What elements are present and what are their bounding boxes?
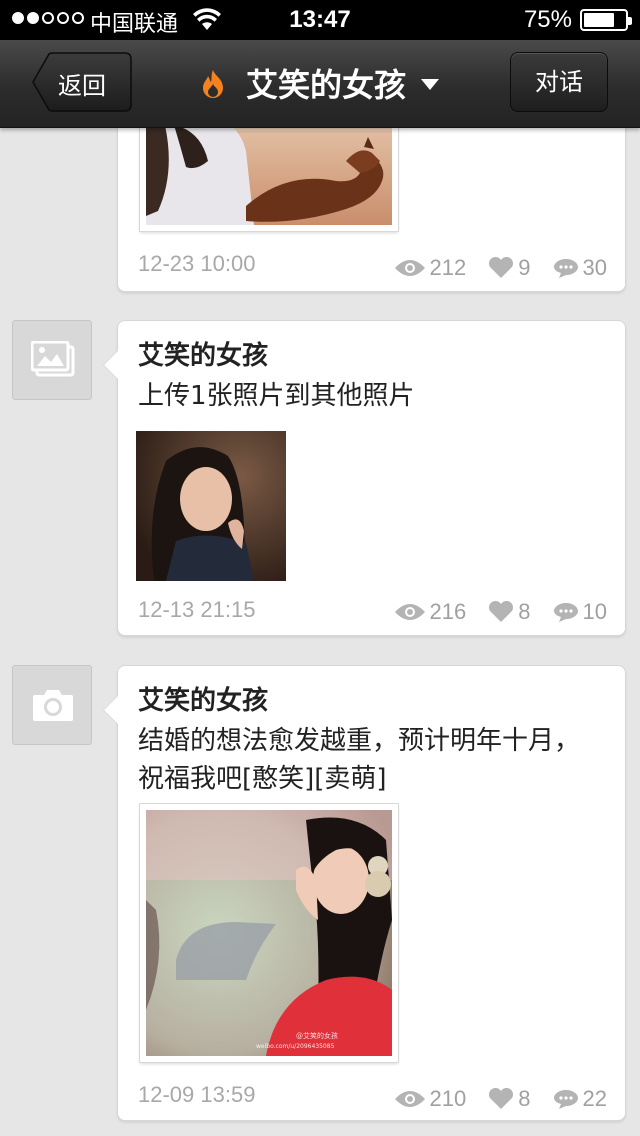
eye-icon	[394, 260, 425, 276]
status-bar: 中国联通 13:47 75%	[0, 0, 640, 40]
views-count: 212	[429, 255, 467, 280]
likes-count: 9	[518, 255, 531, 280]
photo-portrait	[136, 431, 286, 581]
views-stat: 210	[394, 1086, 467, 1112]
post-stats: 212 9 30	[372, 255, 607, 281]
post-author[interactable]: 艾笑的女孩	[138, 680, 268, 717]
photo-album-icon	[12, 320, 92, 400]
post-stats: 210 8 22	[372, 1086, 607, 1112]
likes-count: 8	[518, 1086, 531, 1111]
post-timestamp: 12-13 21:15	[138, 597, 256, 622]
post-photo[interactable]	[136, 431, 286, 581]
post-timestamp: 12-09 13:59	[138, 1082, 256, 1107]
battery-icon	[580, 9, 632, 31]
flame-icon	[202, 70, 223, 98]
likes-stat[interactable]: 8	[488, 1086, 531, 1112]
comments-count: 22	[582, 1086, 607, 1111]
comments-stat[interactable]: 30	[553, 255, 607, 281]
views-stat: 212	[394, 255, 467, 281]
post-text: 上传1张照片到其他照片	[138, 381, 415, 411]
post-text: 结婚的想法愈发越重，预计明年十月，祝福我吧[憨笑][卖萌]	[138, 726, 581, 794]
comments-stat[interactable]: 10	[553, 599, 607, 625]
views-count: 210	[429, 1086, 467, 1111]
chevron-down-icon	[421, 78, 440, 90]
camera-icon	[12, 665, 92, 745]
heart-icon	[489, 1088, 514, 1109]
comment-bubble-icon	[553, 1090, 578, 1109]
eye-icon	[394, 604, 425, 620]
comments-stat[interactable]: 22	[553, 1086, 607, 1112]
svg-text:weibo.com/u/2096435085: weibo.com/u/2096435085	[256, 1043, 335, 1050]
heart-icon	[489, 601, 514, 622]
likes-count: 8	[518, 599, 531, 624]
post-stats: 216 8 10	[372, 599, 607, 625]
post-author[interactable]: 艾笑的女孩	[138, 335, 268, 372]
navigation-bar: 返回 艾笑的女孩 对话	[0, 40, 640, 128]
comment-bubble-icon	[553, 603, 578, 622]
views-count: 216	[429, 599, 467, 624]
comments-count: 10	[582, 599, 607, 624]
feed-item[interactable]: 艾笑的女孩 结婚的想法愈发越重，预计明年十月，祝福我吧[憨笑][卖萌] @艾笑的…	[117, 665, 626, 1121]
photo-girl-in-car: @艾笑的女孩 weibo.com/u/2096435085	[146, 810, 392, 1056]
svg-text:@艾笑的女孩: @艾笑的女孩	[296, 1031, 338, 1040]
page-title: 艾笑的女孩	[245, 66, 406, 104]
heart-icon	[489, 257, 514, 278]
post-photo[interactable]: @艾笑的女孩 weibo.com/u/2096435085	[140, 804, 398, 1062]
post-timestamp: 12-23 10:00	[138, 251, 256, 276]
comment-bubble-icon	[553, 259, 578, 278]
battery-percentage: 75%	[523, 6, 572, 33]
comments-count: 30	[582, 255, 607, 280]
eye-icon	[394, 1091, 425, 1107]
feed-item[interactable]: 艾笑的女孩 上传1张照片到其他照片 12-13 21:15 216 8 10	[117, 320, 626, 636]
feed-item[interactable]: 12-23 10:00 212 9 30	[117, 100, 626, 292]
likes-stat[interactable]: 8	[488, 599, 531, 625]
likes-stat[interactable]: 9	[488, 255, 531, 281]
conversation-button[interactable]: 对话	[510, 52, 608, 112]
views-stat: 216	[394, 599, 467, 625]
